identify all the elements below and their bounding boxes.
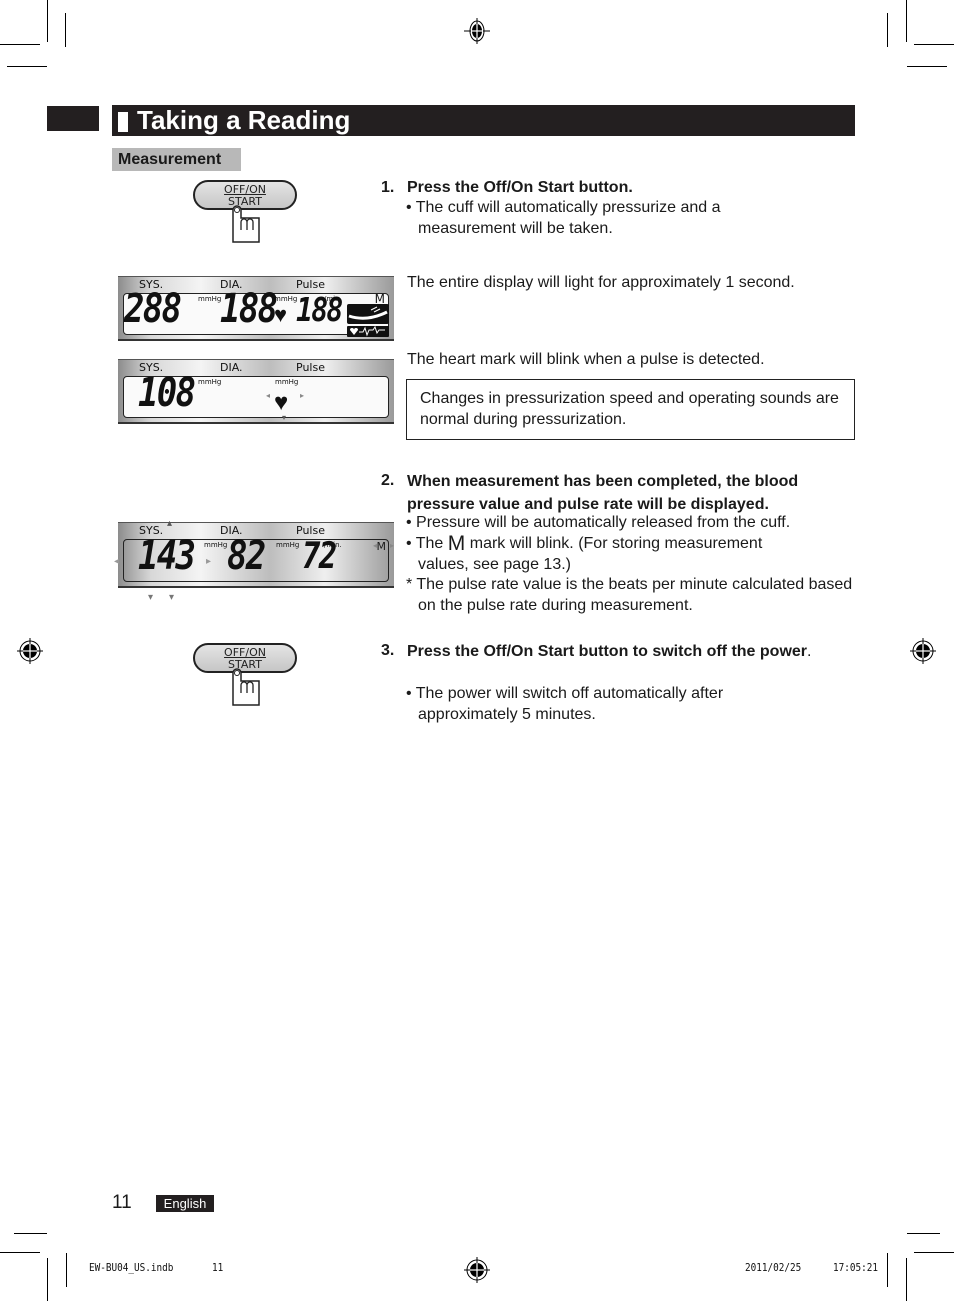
lcd-unit-mmhg: mmHg (204, 541, 228, 549)
page-title-bar: Taking a Reading (112, 105, 855, 136)
heart-icon: ♥ (274, 302, 288, 327)
lcd-dia-value: 82 (227, 533, 266, 579)
lcd-screen: 108 mmHg mmHg ♥ ◂ ▸ ▾ (123, 370, 389, 422)
step-heading: Press the Off/On Start button to switch … (407, 640, 827, 663)
step-1-bullet: • The cuff will automatically pressurize… (406, 199, 721, 237)
memory-mark-icon: M (447, 532, 466, 555)
lcd-sys-value: 108 (138, 370, 196, 416)
crop-mark (906, 1258, 907, 1301)
lcd-display-pressurizing: SYS. DIA. Pulse 108 mmHg mmHg ♥ ◂ ▸ ▾ (118, 359, 394, 424)
crop-mark (0, 1252, 40, 1253)
lcd-sys-value: 143 (138, 533, 196, 579)
blink-indicator-icon: ▴ (167, 518, 173, 529)
blink-indicator-icon: ▾ (282, 413, 287, 422)
off-on-start-button-illustration: OFF/ON START (191, 180, 301, 250)
header-tab-block (47, 106, 99, 131)
step-2-footnote: * The pulse rate value is the beats per … (406, 576, 853, 614)
blink-indicator-icon: ▸ (390, 541, 395, 550)
step-heading-text: Press the Off/On Start button to switch … (407, 643, 808, 660)
step-heading-period: . (807, 643, 812, 660)
step-heading: Press the Off/On Start button. (407, 179, 633, 196)
lcd-dia-value: 188 (220, 286, 278, 332)
registration-mark-icon (464, 1257, 490, 1283)
lcd-sys-value: 288 (124, 286, 182, 332)
blink-indicator-icon: ▸ (300, 391, 305, 400)
pressing-finger-icon (232, 668, 260, 706)
crop-mark (7, 66, 47, 67)
blink-indicator-icon: ◂ (266, 391, 271, 400)
lcd-unit-per-min: /min. (324, 295, 342, 303)
section-heading: Measurement (112, 148, 241, 171)
crop-mark (914, 44, 954, 45)
slug-time: 17:05:21 (833, 1261, 879, 1274)
crop-mark (914, 1252, 954, 1253)
step-heading: When measurement has been completed, the… (407, 473, 799, 513)
display-light-note: The entire display will light for approx… (407, 274, 795, 291)
registration-mark-icon (464, 18, 490, 44)
step-number: 3. (381, 642, 395, 659)
crop-mark (907, 66, 947, 67)
heart-blink-note: The heart mark will blink when a pulse i… (407, 351, 765, 368)
bullet-prefix: • The (406, 535, 444, 552)
lcd-memory-mark: M (376, 540, 387, 553)
lcd-unit-mmhg: mmHg (198, 295, 222, 303)
crop-mark (887, 1253, 888, 1287)
crop-mark (66, 1253, 67, 1287)
pressing-finger-icon (232, 205, 260, 243)
blink-indicator-icon: ▸ (206, 556, 212, 567)
lcd-unit-mmhg: mmHg (198, 378, 222, 386)
crop-mark (47, 1258, 48, 1301)
page-title: Taking a Reading (137, 105, 351, 135)
registration-mark-icon (910, 638, 936, 664)
lcd-display-all-on: SYS. DIA. Pulse 288 mmHg 188 mmHg ♥ 188 … (118, 276, 394, 341)
crop-mark (907, 1233, 940, 1234)
crop-mark (47, 0, 48, 42)
cuff-arm-icon (347, 304, 389, 324)
slug-date: 2011/02/25 (745, 1261, 802, 1274)
crop-mark (887, 13, 888, 47)
page-number: 11 (112, 1192, 132, 1213)
step-3-bullet: • The power will switch off automaticall… (406, 685, 724, 723)
registration-mark-icon (17, 638, 43, 664)
bullet-text: mark will blink. (For storing measuremen… (418, 535, 763, 573)
title-marker (118, 112, 128, 132)
step-2-bullet-memory: • The M mark will blink. (For storing me… (406, 532, 816, 575)
crop-mark (14, 1233, 47, 1234)
crop-mark (65, 13, 66, 47)
slug-page: 11 (212, 1261, 224, 1274)
language-badge: English (156, 1195, 214, 1212)
lcd-screen: 143 mmHg 82 mmHg 72 /min. M (123, 533, 389, 582)
lcd-unit-mmhg: mmHg (275, 378, 299, 386)
pulse-wave-icon (347, 326, 389, 337)
blink-indicator-icon: ▾ (148, 592, 154, 603)
slug-filename: EW-BU04_US.indb (89, 1261, 174, 1274)
lcd-label-pulse: Pulse (296, 361, 325, 374)
lcd-unit-per-min: /min. (324, 541, 342, 549)
step-2-bullet: • Pressure will be automatically release… (406, 514, 791, 531)
lcd-display-result: SYS. DIA. Pulse 143 mmHg 82 mmHg 72 /min… (118, 522, 394, 588)
blink-indicator-icon: ▾ (169, 592, 175, 603)
step-number: 1. (381, 179, 395, 196)
crop-mark (906, 0, 907, 42)
lcd-label-dia: DIA. (220, 361, 243, 374)
pressurization-note-box: Changes in pressurization speed and oper… (406, 379, 855, 440)
crop-mark (0, 44, 40, 45)
blink-indicator-icon: ◂ (114, 556, 120, 567)
step-number: 2. (381, 472, 395, 489)
blink-indicator-icon: ◂ (373, 541, 378, 550)
lcd-screen: 288 mmHg 188 mmHg ♥ 188 /min. M (123, 286, 389, 337)
off-on-start-button-illustration: OFF/ON START (191, 643, 301, 713)
lcd-unit-mmhg: mmHg (276, 541, 300, 549)
